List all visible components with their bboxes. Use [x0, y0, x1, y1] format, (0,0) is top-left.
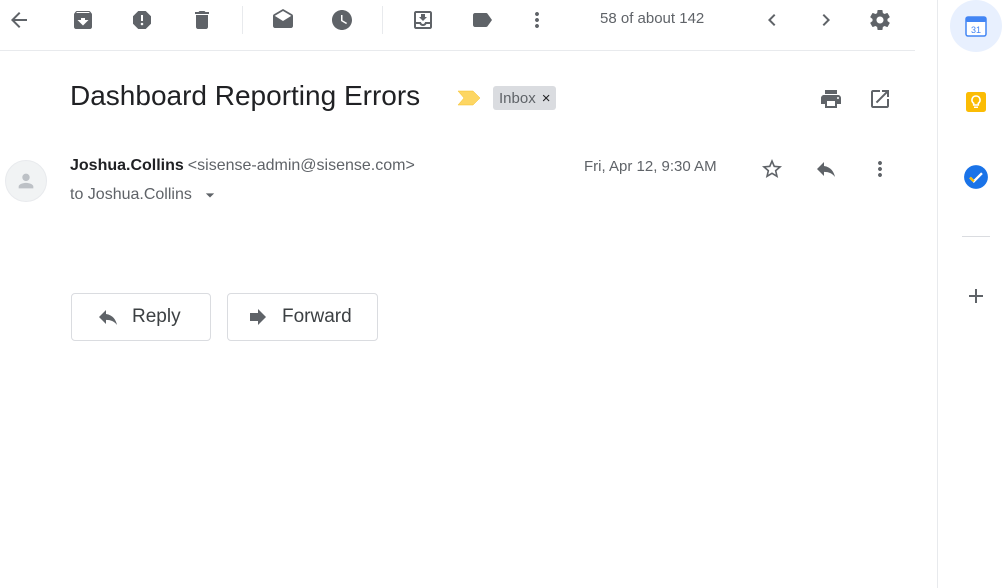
sender-email: <sisense-admin@sisense.com> [187, 157, 415, 174]
side-panel: 31 [937, 0, 1005, 588]
keep-icon [966, 92, 986, 112]
tasks-icon [964, 165, 988, 189]
calendar-icon: 31 [965, 16, 987, 37]
back-arrow-icon[interactable] [3, 4, 35, 36]
forward-icon [250, 309, 266, 325]
message-counter: 58 of about 142 [600, 10, 705, 27]
label-chip-inbox: Inbox × [493, 86, 557, 110]
message-subject: Dashboard Reporting Errors [70, 80, 421, 111]
toolbar-divider [382, 6, 383, 34]
show-details-caret-icon[interactable] [200, 185, 220, 205]
calendar-day: 31 [971, 25, 981, 35]
gmail-message-view: 58 of about 142 Dashboard Reporting Erro… [0, 0, 1005, 588]
mark-unread-icon[interactable] [267, 4, 299, 36]
delete-icon[interactable] [186, 4, 218, 36]
recipient-text: to Joshua.Collins [70, 186, 192, 203]
message-toolbar: 58 of about 142 [0, 0, 915, 51]
reply-label: Reply [132, 306, 181, 327]
keep-app-button[interactable] [950, 76, 1002, 128]
avatar[interactable] [5, 160, 47, 202]
more-vert-icon[interactable] [866, 155, 894, 183]
reply-icon[interactable] [812, 155, 840, 183]
more-vert-icon[interactable] [521, 4, 553, 36]
snooze-icon[interactable] [326, 4, 358, 36]
add-icon [969, 289, 983, 303]
message-date: Fri, Apr 12, 9:30 AM [584, 158, 717, 175]
star-icon[interactable] [758, 155, 786, 183]
labels-icon[interactable] [466, 4, 498, 36]
recipient-line: to Joshua.Collins [70, 185, 220, 205]
open-in-new-window-icon[interactable] [867, 86, 893, 112]
forward-label: Forward [282, 306, 352, 327]
tasks-app-button[interactable] [950, 151, 1002, 203]
sender-name[interactable]: Joshua.Collins [70, 157, 184, 174]
importance-marker-icon[interactable] [457, 90, 481, 106]
print-icon[interactable] [818, 86, 844, 112]
side-panel-divider [962, 236, 990, 237]
forward-button[interactable]: Forward [227, 293, 378, 341]
sender-line: Joshua.Collins <sisense-admin@sisense.com… [70, 157, 415, 175]
toolbar-divider [242, 6, 243, 34]
calendar-app-button[interactable]: 31 [950, 0, 1002, 52]
person-icon [18, 173, 34, 189]
remove-label-icon[interactable]: × [542, 90, 551, 107]
archive-icon[interactable] [67, 4, 99, 36]
label-chip-text: Inbox [499, 89, 536, 107]
report-spam-icon[interactable] [126, 4, 158, 36]
get-addons-button[interactable] [950, 270, 1002, 322]
settings-icon[interactable] [864, 4, 896, 36]
reply-icon [99, 310, 117, 325]
prev-chevron-icon[interactable] [756, 4, 788, 36]
next-chevron-icon[interactable] [810, 4, 842, 36]
move-to-icon[interactable] [407, 4, 439, 36]
reply-button[interactable]: Reply [71, 293, 211, 341]
